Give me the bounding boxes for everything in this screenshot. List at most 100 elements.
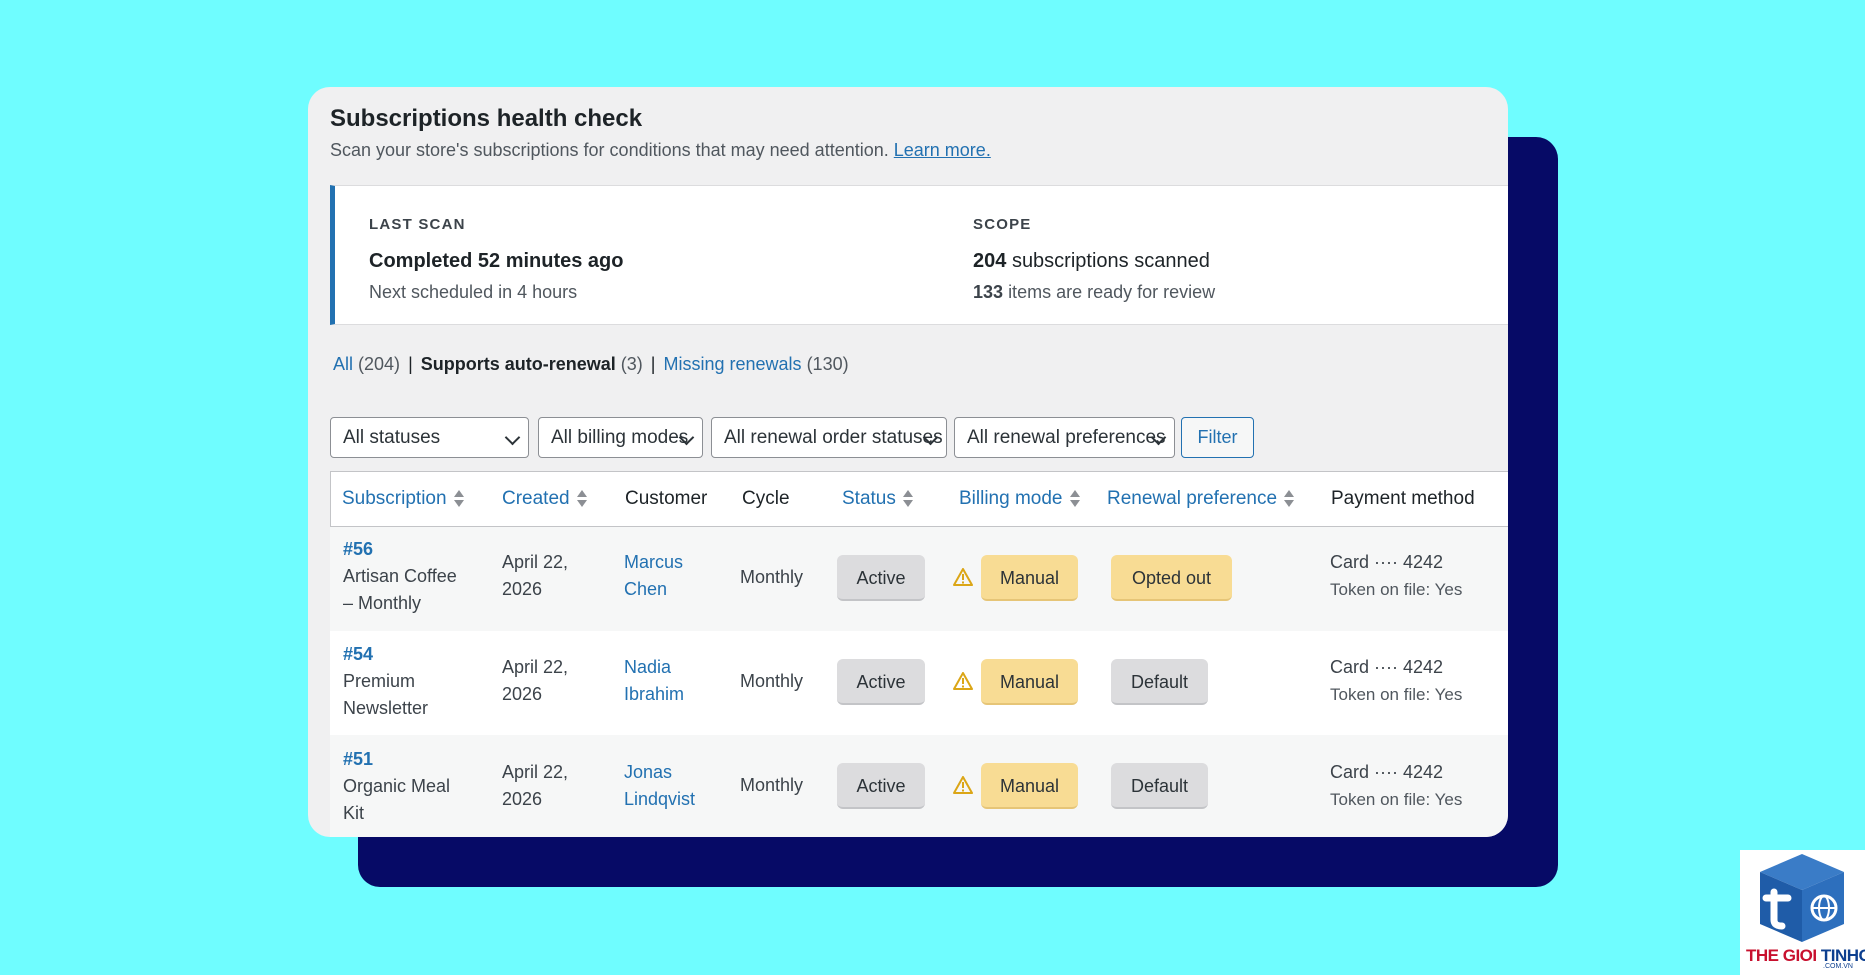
cycle-cell: Monthly xyxy=(740,671,804,691)
last-scan-section: LAST SCAN Completed 52 minutes ago Next … xyxy=(369,216,624,303)
scanned-summary: 204 subscriptions scanned xyxy=(973,250,1215,273)
warning-icon xyxy=(953,568,973,586)
subscription-link[interactable]: #51 xyxy=(343,746,450,773)
description-text: Scan your store's subscriptions for cond… xyxy=(330,140,889,160)
billing-mode-badge: Manual xyxy=(981,763,1078,809)
next-scheduled: Next scheduled in 4 hours xyxy=(369,282,578,302)
customer-first-name: Nadia xyxy=(624,657,672,677)
product-name: Premium xyxy=(343,671,416,691)
chevron-down-icon xyxy=(504,429,521,446)
sort-icon xyxy=(453,489,464,509)
renewal-preference-badge: Opted out xyxy=(1111,555,1232,601)
watermark-text-a: THE GIOI xyxy=(1746,946,1821,965)
view-auto-renewal-current: Supports auto-renewal xyxy=(420,354,616,374)
payment-cell: Card ···· 4242 Token on file: Yes xyxy=(1330,549,1462,603)
learn-more-link[interactable]: Learn more. xyxy=(894,140,991,160)
scope-heading: SCOPE xyxy=(973,216,1032,233)
created-year: 2026 xyxy=(502,579,543,599)
health-check-card: Subscriptions health check Scan your sto… xyxy=(308,87,1508,837)
payment-cell: Card ···· 4242 Token on file: Yes xyxy=(1330,654,1462,708)
sort-icon xyxy=(902,489,913,509)
customer-link[interactable]: Marcus Chen xyxy=(624,549,683,603)
created-cell: April 22, 2026 xyxy=(502,759,568,813)
column-renewal-preference-label: Renewal preference xyxy=(1107,488,1278,509)
created-date: April 22, xyxy=(502,552,569,572)
subscription-link[interactable]: #54 xyxy=(343,641,428,668)
payment-card: Card ···· 4242 xyxy=(1330,552,1444,572)
review-count: 133 xyxy=(973,282,1004,302)
column-status[interactable]: Status xyxy=(842,488,913,510)
column-created-label: Created xyxy=(502,488,570,509)
created-cell: April 22, 2026 xyxy=(502,549,568,603)
view-missing-renewals-count: (130) xyxy=(806,354,849,374)
customer-link[interactable]: Jonas Lindqvist xyxy=(624,759,695,813)
watermark-domain: .COM.VN xyxy=(1823,963,1853,970)
separator: | xyxy=(650,354,656,374)
review-text: items are ready for review xyxy=(1008,282,1216,302)
renewal-preference-badge: Default xyxy=(1111,659,1208,705)
column-cycle: Cycle xyxy=(742,488,790,509)
table-row: #51 Organic Meal Kit April 22, 2026 Jona… xyxy=(330,735,1508,837)
table-row: #54 Premium Newsletter April 22, 2026 Na… xyxy=(330,631,1508,735)
view-auto-renewal-count: (3) xyxy=(620,354,643,374)
billing-mode-badge: Manual xyxy=(981,659,1078,705)
view-filters: All (204) | Supports auto-renewal (3) | Miss… xyxy=(333,354,849,375)
renewal-order-status-select-value: All renewal order statuses xyxy=(724,427,943,448)
billing-mode-badge: Manual xyxy=(981,555,1078,601)
sort-icon xyxy=(1284,489,1295,509)
column-customer: Customer xyxy=(625,488,708,509)
renewal-preference-select[interactable]: All renewal preferences xyxy=(954,417,1175,458)
payment-token: Token on file: Yes xyxy=(1330,580,1463,599)
created-year: 2026 xyxy=(502,684,543,704)
subscription-link[interactable]: #56 xyxy=(343,536,457,563)
status-select-value: All statuses xyxy=(343,427,441,448)
column-payment-method: Payment method xyxy=(1331,488,1475,509)
view-all-link[interactable]: All xyxy=(333,354,353,374)
product-name: Artisan Coffee xyxy=(343,566,457,586)
column-subscription[interactable]: Subscription xyxy=(342,488,464,510)
payment-token: Token on file: Yes xyxy=(1330,790,1463,809)
billing-mode-select[interactable]: All billing modes xyxy=(538,417,703,458)
scope-section: SCOPE 204 subscriptions scanned 133 item… xyxy=(973,216,1215,303)
column-created[interactable]: Created xyxy=(502,488,587,510)
scan-summary-panel: LAST SCAN Completed 52 minutes ago Next … xyxy=(330,185,1508,325)
created-year: 2026 xyxy=(502,789,543,809)
product-name: – Monthly xyxy=(343,593,422,613)
review-summary: 133 items are ready for review xyxy=(973,282,1215,303)
status-select[interactable]: All statuses xyxy=(330,417,529,458)
view-missing-renewals-link[interactable]: Missing renewals xyxy=(663,354,801,374)
customer-last-name: Ibrahim xyxy=(624,684,685,704)
cycle-cell: Monthly xyxy=(740,567,804,587)
payment-card: Card ···· 4242 xyxy=(1330,657,1444,677)
separator: | xyxy=(408,354,413,374)
customer-link[interactable]: Nadia Ibrahim xyxy=(624,654,684,708)
created-cell: April 22, 2026 xyxy=(502,654,568,708)
renewal-preference-select-value: All renewal preferences xyxy=(967,427,1166,448)
customer-last-name: Lindqvist xyxy=(624,789,696,809)
cycle-cell: Monthly xyxy=(740,775,804,795)
status-badge: Active xyxy=(837,763,925,809)
renewal-order-status-select[interactable]: All renewal order statuses xyxy=(711,417,947,458)
table-row: #56 Artisan Coffee – Monthly April 22, 2… xyxy=(330,527,1508,631)
status-badge: Active xyxy=(837,659,925,705)
scanned-count: 204 xyxy=(973,250,1007,272)
column-renewal-preference[interactable]: Renewal preference xyxy=(1107,488,1295,510)
column-billing-mode[interactable]: Billing mode xyxy=(959,488,1080,510)
customer-first-name: Marcus xyxy=(624,552,684,572)
scanned-text: subscriptions scanned xyxy=(1011,250,1210,272)
warning-icon xyxy=(953,776,973,794)
cube-logo-icon xyxy=(1760,854,1844,942)
status-badge: Active xyxy=(837,555,925,601)
customer-last-name: Chen xyxy=(624,579,668,599)
payment-cell: Card ···· 4242 Token on file: Yes xyxy=(1330,759,1462,813)
sort-icon xyxy=(1069,489,1080,509)
subscription-cell: #54 Premium Newsletter xyxy=(343,641,428,722)
billing-mode-select-value: All billing modes xyxy=(551,427,689,448)
column-subscription-label: Subscription xyxy=(342,488,447,509)
column-billing-mode-label: Billing mode xyxy=(959,488,1063,509)
table-header: Subscription Created Customer Cycle Stat… xyxy=(330,471,1508,527)
last-scan-status: Completed 52 minutes ago xyxy=(369,250,624,272)
page-description: Scan your store's subscriptions for cond… xyxy=(330,140,991,161)
payment-card: Card ···· 4242 xyxy=(1330,762,1444,782)
filter-button[interactable]: Filter xyxy=(1181,417,1254,458)
